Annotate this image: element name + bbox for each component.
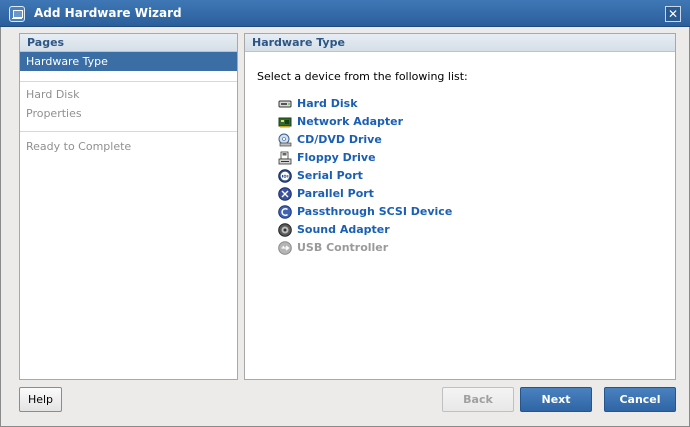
hardware-type-panel: Hardware Type Select a device from the f… <box>244 33 676 380</box>
device-serial-port[interactable]: Serial Port <box>278 167 452 185</box>
page-item-ready-to-complete: Ready to Complete <box>26 140 132 153</box>
page-item-properties: Properties <box>26 107 82 120</box>
device-parallel-port[interactable]: Parallel Port <box>278 185 452 203</box>
device-cd-dvd-drive[interactable]: CD/DVD Drive <box>278 131 452 149</box>
device-label: Hard Disk <box>297 97 358 110</box>
cd-dvd-drive-icon <box>278 133 292 147</box>
device-sound-adapter[interactable]: Sound Adapter <box>278 221 452 239</box>
serial-port-icon <box>278 169 292 183</box>
instruction-text: Select a device from the following list: <box>257 70 468 83</box>
page-item-hard-disk: Hard Disk <box>26 88 80 101</box>
device-hard-disk[interactable]: Hard Disk <box>278 95 452 113</box>
network-adapter-icon <box>278 117 292 128</box>
sound-adapter-icon <box>278 223 292 237</box>
device-label: Passthrough SCSI Device <box>297 205 453 218</box>
hard-disk-icon <box>278 100 292 108</box>
floppy-drive-icon <box>278 151 292 165</box>
device-usb-controller: USB Controller <box>278 239 452 257</box>
device-label: Network Adapter <box>297 115 404 128</box>
device-label: Serial Port <box>297 169 363 182</box>
device-label: Sound Adapter <box>297 223 390 236</box>
parallel-port-icon <box>278 187 292 201</box>
back-button: Back <box>442 387 514 412</box>
pages-header: Pages <box>20 34 237 52</box>
device-label: Parallel Port <box>297 187 374 200</box>
hardware-wizard-icon <box>9 6 25 22</box>
device-floppy-drive[interactable]: Floppy Drive <box>278 149 452 167</box>
device-label: CD/DVD Drive <box>297 133 382 146</box>
dialog-body: Pages Hardware Type Hard Disk Properties… <box>0 27 690 427</box>
pages-panel: Pages Hardware Type Hard Disk Properties… <box>19 33 238 380</box>
hardware-type-header: Hardware Type <box>245 34 675 52</box>
device-label: USB Controller <box>297 241 389 254</box>
next-button[interactable]: Next <box>520 387 592 412</box>
scsi-device-icon <box>278 205 292 219</box>
device-label: Floppy Drive <box>297 151 376 164</box>
close-icon[interactable]: ✕ <box>665 6 681 22</box>
window-title: Add Hardware Wizard <box>34 6 182 20</box>
usb-controller-icon <box>278 241 292 255</box>
device-list: Hard Disk Network Adapter CD/DVD Drive F… <box>278 95 452 257</box>
device-network-adapter[interactable]: Network Adapter <box>278 113 452 131</box>
cancel-button[interactable]: Cancel <box>604 387 676 412</box>
page-item-hardware-type[interactable]: Hardware Type <box>20 52 237 71</box>
device-passthrough-scsi[interactable]: Passthrough SCSI Device <box>278 203 452 221</box>
help-button[interactable]: Help <box>19 387 62 412</box>
title-bar: Add Hardware Wizard ✕ <box>0 0 690 27</box>
